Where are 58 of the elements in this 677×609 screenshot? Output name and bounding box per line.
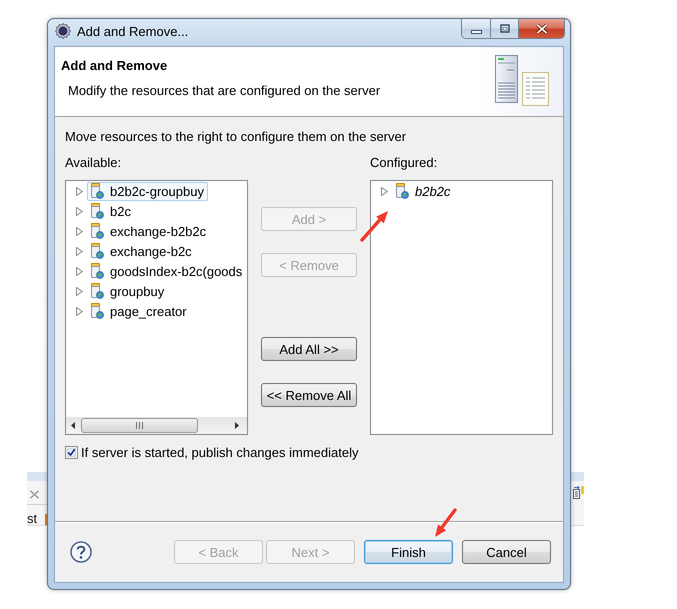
move-button[interactable]: << Remove All	[261, 383, 357, 407]
scrollbar-thumb[interactable]	[81, 418, 198, 433]
window-title: Add and Remove...	[77, 24, 188, 40]
maximize-icon	[500, 24, 510, 33]
expand-triangle-icon[interactable]	[76, 186, 83, 196]
tab-label[interactable]: st	[27, 513, 38, 525]
minimize-button[interactable]	[462, 19, 490, 38]
gear-icon	[55, 23, 71, 39]
checkbox-label[interactable]: If server is started, publish changes immediately	[81, 445, 358, 460]
jar-globe-icon	[395, 183, 409, 199]
tree-view[interactable]: b2b2c-groupbuy b2c exchange-b2b2c exchange-b2c goodsIndex-b2c(goods groupbuy page_creator	[65, 180, 248, 435]
close-icon	[536, 24, 548, 34]
instruction-text: Move resources to the right to configure them on the server	[65, 129, 408, 144]
expand-triangle-icon[interactable]	[76, 246, 83, 256]
scroll-right-arrow-icon[interactable]	[235, 422, 239, 429]
jar-globe-icon	[90, 243, 104, 259]
list-label: Available:	[65, 155, 122, 170]
tree-item[interactable]: page_creator	[87, 302, 191, 320]
tree-item[interactable]: b2b2c-groupbuy	[87, 182, 208, 200]
tree-item[interactable]: exchange-b2b2c	[87, 222, 210, 240]
expand-triangle-icon[interactable]	[76, 226, 83, 236]
jar-globe-icon	[90, 183, 104, 199]
list-icon[interactable]	[573, 486, 584, 500]
maximize-button[interactable]	[490, 19, 518, 38]
scroll-left-arrow-icon[interactable]	[71, 422, 75, 429]
expand-triangle-icon[interactable]	[76, 206, 83, 216]
jar-globe-icon	[90, 263, 104, 279]
tree-item[interactable]: b2b2c	[392, 182, 454, 200]
minimize-icon	[470, 30, 482, 34]
annotation-arrow	[360, 211, 388, 242]
close-icon[interactable]	[29, 490, 40, 499]
jar-globe-icon	[90, 303, 104, 319]
move-button[interactable]: Add All >>	[261, 337, 357, 361]
wizard-button[interactable]: Finish	[364, 540, 453, 564]
tree-item[interactable]: b2c	[87, 202, 135, 220]
tree-item[interactable]: groupbuy	[87, 282, 168, 300]
server-document-icon	[495, 55, 551, 107]
close-button[interactable]	[518, 19, 564, 38]
expand-triangle-icon[interactable]	[76, 286, 83, 296]
jar-globe-icon	[90, 203, 104, 219]
checkbox[interactable]	[65, 446, 78, 459]
page-description: Modify the resources that are configured on the server	[68, 83, 380, 99]
tree-view[interactable]: b2b2c	[370, 180, 553, 435]
jar-globe-icon	[90, 223, 104, 239]
tree-item[interactable]: goodsIndex-b2c(goods	[87, 262, 246, 280]
wizard-button[interactable]: Cancel	[462, 540, 551, 564]
help-icon[interactable]	[70, 541, 92, 563]
tab-marker	[45, 514, 47, 524]
grip-icon	[136, 422, 143, 429]
annotation-arrow	[435, 508, 457, 537]
tree-item[interactable]: exchange-b2c	[87, 242, 196, 260]
page-title: Add and Remove	[61, 58, 168, 74]
jar-globe-icon	[90, 283, 104, 299]
horizontal-scrollbar[interactable]	[66, 417, 247, 434]
expand-triangle-icon[interactable]	[381, 186, 388, 196]
expand-triangle-icon[interactable]	[76, 266, 83, 276]
list-label: Configured:	[370, 155, 438, 170]
expand-triangle-icon[interactable]	[76, 306, 83, 316]
